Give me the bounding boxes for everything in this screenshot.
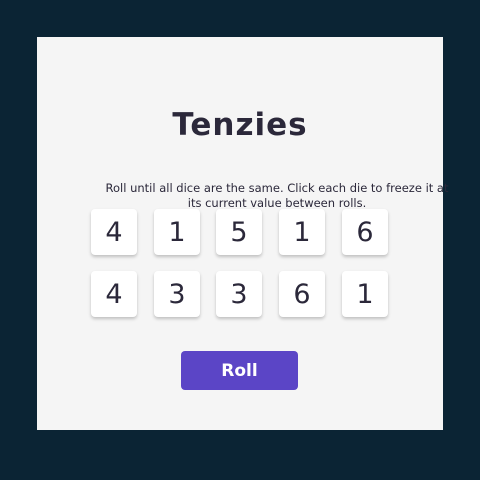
die-2[interactable]: 1 [154,209,200,255]
die-10[interactable]: 1 [342,271,388,317]
die-3[interactable]: 5 [216,209,262,255]
page-title: Tenzies [172,107,308,143]
die-7[interactable]: 3 [154,271,200,317]
instructions-text: Roll until all dice are the same. Click … [105,181,449,210]
die-9[interactable]: 6 [279,271,325,317]
die-1[interactable]: 4 [91,209,137,255]
die-5[interactable]: 6 [342,209,388,255]
die-4[interactable]: 1 [279,209,325,255]
die-6[interactable]: 4 [91,271,137,317]
roll-button[interactable]: Roll [181,351,298,390]
die-8[interactable]: 3 [216,271,262,317]
